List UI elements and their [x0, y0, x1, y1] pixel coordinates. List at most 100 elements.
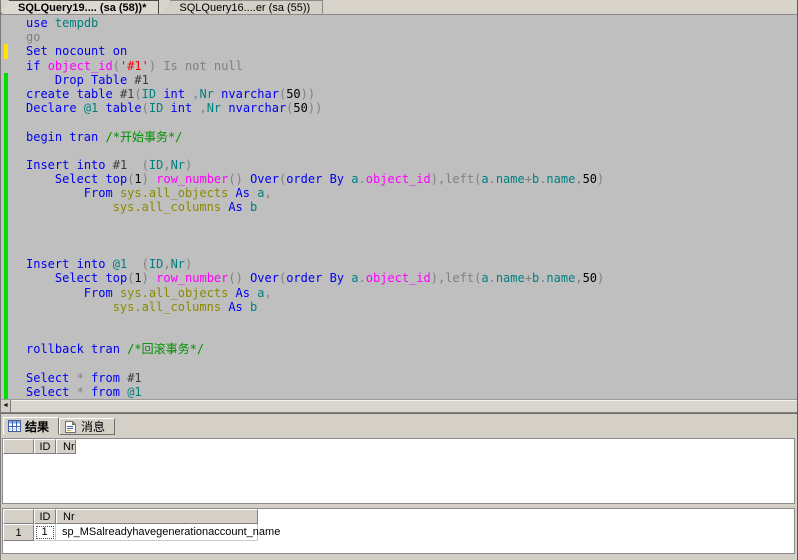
- code-token[interactable]: (: [142, 257, 149, 271]
- code-token[interactable]: into: [77, 158, 106, 172]
- code-token[interactable]: Select: [26, 385, 69, 399]
- code-token[interactable]: (: [142, 101, 149, 115]
- code-token[interactable]: From: [84, 186, 113, 200]
- code-token[interactable]: on: [113, 44, 127, 58]
- code-token[interactable]: table: [77, 87, 113, 101]
- code-token[interactable]: [243, 200, 250, 214]
- code-token[interactable]: go: [26, 30, 40, 44]
- code-token[interactable]: ,: [163, 257, 170, 271]
- code-token[interactable]: sys.all_objects: [120, 186, 228, 200]
- code-token[interactable]: Drop: [55, 73, 84, 87]
- code-token[interactable]: [69, 371, 76, 385]
- code-token[interactable]: 1: [134, 271, 141, 285]
- code-token[interactable]: [127, 158, 141, 172]
- tab-results[interactable]: 结果: [3, 417, 59, 435]
- code-token[interactable]: [26, 271, 55, 285]
- code-token[interactable]: ,: [264, 286, 271, 300]
- code-token[interactable]: (: [113, 59, 120, 73]
- column-header[interactable]: Nr: [56, 439, 76, 454]
- code-token[interactable]: from: [91, 385, 120, 399]
- tab-sqlquery19[interactable]: SQLQuery19.... (sa (58))*: [1, 0, 159, 14]
- code-token[interactable]: @1: [84, 101, 98, 115]
- grid-cell[interactable]: 1: [34, 524, 56, 541]
- code-token[interactable]: +: [525, 271, 532, 285]
- code-token[interactable]: [26, 186, 84, 200]
- code-token[interactable]: #1: [134, 73, 148, 87]
- code-token[interactable]: ): [185, 257, 192, 271]
- code-token[interactable]: [228, 286, 235, 300]
- code-token[interactable]: Nr: [207, 101, 221, 115]
- code-token[interactable]: .: [358, 172, 365, 186]
- code-token[interactable]: create: [26, 87, 69, 101]
- code-token[interactable]: ): [597, 271, 604, 285]
- code-line[interactable]: Insert into @1 (ID,Nr): [26, 257, 796, 271]
- code-token[interactable]: ,: [575, 172, 582, 186]
- code-token[interactable]: 50: [293, 101, 307, 115]
- tab-sqlquery16[interactable]: SQLQuery16....er (sa (55)): [162, 0, 323, 14]
- code-token[interactable]: As: [236, 286, 250, 300]
- column-header[interactable]: ID: [34, 439, 56, 454]
- code-token[interactable]: left: [445, 271, 474, 285]
- code-token[interactable]: (: [142, 158, 149, 172]
- code-token[interactable]: tran: [91, 342, 120, 356]
- code-token[interactable]: ): [149, 59, 156, 73]
- code-token[interactable]: [26, 300, 113, 314]
- code-token[interactable]: [322, 172, 329, 186]
- sql-editor[interactable]: use tempdbgoSet nocount onif object_id('…: [1, 15, 797, 399]
- code-token[interactable]: [26, 200, 113, 214]
- code-token[interactable]: if: [26, 59, 40, 73]
- code-token[interactable]: *: [77, 385, 84, 399]
- code-token[interactable]: int: [171, 101, 193, 115]
- code-line[interactable]: [26, 243, 796, 257]
- code-token[interactable]: ID: [149, 101, 163, 115]
- code-token[interactable]: ),: [431, 271, 445, 285]
- code-token[interactable]: Declare: [26, 101, 77, 115]
- code-token[interactable]: a: [481, 271, 488, 285]
- code-line[interactable]: use tempdb: [26, 16, 796, 30]
- code-token[interactable]: 50: [286, 87, 300, 101]
- code-token[interactable]: 1: [134, 172, 141, 186]
- code-token[interactable]: ID: [149, 257, 163, 271]
- code-line[interactable]: sys.all_columns As b: [26, 200, 796, 214]
- code-token[interactable]: top: [106, 271, 128, 285]
- code-token[interactable]: [26, 286, 84, 300]
- code-token[interactable]: ): [185, 158, 192, 172]
- code-token[interactable]: a: [481, 172, 488, 186]
- code-token[interactable]: *: [77, 371, 84, 385]
- code-token[interactable]: /*回滚事务*/: [127, 342, 204, 356]
- code-token[interactable]: Select: [55, 172, 98, 186]
- code-token[interactable]: [77, 101, 84, 115]
- code-token[interactable]: Insert: [26, 158, 69, 172]
- code-token[interactable]: #1: [127, 371, 141, 385]
- code-line[interactable]: Select top(1) row_number() Over(order By…: [26, 271, 796, 285]
- code-token[interactable]: [98, 130, 105, 144]
- code-token[interactable]: ,: [575, 271, 582, 285]
- code-token[interactable]: Table: [91, 73, 127, 87]
- code-token[interactable]: [106, 158, 113, 172]
- code-token[interactable]: order: [286, 271, 322, 285]
- code-token[interactable]: )): [308, 101, 322, 115]
- code-token[interactable]: #1: [113, 158, 127, 172]
- code-token[interactable]: Over: [250, 172, 279, 186]
- code-token[interactable]: ): [142, 271, 149, 285]
- code-token[interactable]: @1: [113, 257, 127, 271]
- code-token[interactable]: .: [489, 271, 496, 285]
- code-token[interactable]: [84, 371, 91, 385]
- code-line[interactable]: [26, 314, 796, 328]
- code-token[interactable]: order: [286, 172, 322, 186]
- grid-cell[interactable]: sp_MSalreadyhavegenerationaccount_name: [56, 524, 258, 541]
- code-token[interactable]: [113, 87, 120, 101]
- code-token[interactable]: rollback: [26, 342, 84, 356]
- code-token[interactable]: sys.all_columns: [113, 200, 221, 214]
- code-token[interactable]: ,: [185, 87, 199, 101]
- code-token[interactable]: As: [236, 186, 250, 200]
- code-token[interactable]: [48, 16, 55, 30]
- code-token[interactable]: @1: [127, 385, 141, 399]
- code-line[interactable]: Select * from @1: [26, 385, 796, 399]
- code-token[interactable]: Nr: [199, 87, 213, 101]
- code-token[interactable]: tran: [69, 130, 98, 144]
- code-token[interactable]: Insert: [26, 257, 69, 271]
- code-token[interactable]: Is not null: [163, 59, 242, 73]
- code-token[interactable]: [26, 172, 55, 186]
- code-token[interactable]: [98, 271, 105, 285]
